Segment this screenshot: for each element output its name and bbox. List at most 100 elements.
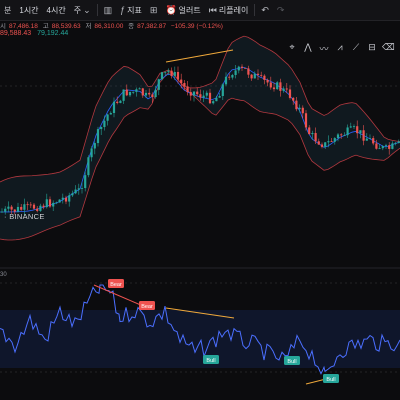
- candle-body: [292, 97, 295, 101]
- candle-body: [234, 70, 237, 75]
- candle-body: [55, 202, 58, 204]
- candle-body: [122, 89, 125, 101]
- signal-label: Bear: [141, 304, 153, 310]
- candle-body: [138, 88, 141, 90]
- candle-body: [308, 127, 311, 135]
- candle-body: [381, 145, 384, 149]
- candle-body: [170, 70, 173, 76]
- candle-body: [23, 204, 26, 210]
- candle-body: [288, 89, 292, 98]
- candle-body: [52, 202, 55, 207]
- signal-label: Bear: [110, 282, 122, 288]
- candle-body: [173, 71, 176, 76]
- candle-body: [304, 113, 308, 128]
- candle-body: [359, 130, 362, 134]
- candle-body: [240, 66, 244, 68]
- candle-body: [372, 138, 375, 144]
- candle-body: [77, 188, 80, 190]
- candle-body: [199, 94, 202, 98]
- candle-body: [394, 142, 397, 144]
- candle-body: [16, 206, 20, 212]
- candle-body: [61, 197, 64, 200]
- candle-body: [148, 92, 151, 95]
- candle-body: [189, 92, 192, 96]
- candle-body: [180, 79, 183, 84]
- candle-body: [135, 89, 138, 92]
- bollinger-band-fill: [0, 36, 400, 241]
- candle-body: [87, 157, 90, 176]
- candle-body: [48, 199, 52, 207]
- candle-body: [29, 204, 32, 206]
- candle-body: [208, 92, 212, 104]
- candle-body: [333, 138, 336, 142]
- candle-body: [164, 71, 167, 73]
- signal-label: Bull: [287, 359, 296, 365]
- candle-body: [340, 134, 343, 136]
- candle-body: [263, 75, 266, 80]
- signal-label: Bull: [206, 358, 215, 364]
- candle-body: [391, 143, 394, 149]
- candle-body: [314, 133, 317, 142]
- candle-body: [167, 70, 170, 72]
- candle-body: [352, 126, 356, 128]
- candle-body: [100, 127, 103, 130]
- candle-body: [221, 84, 224, 97]
- candle-body: [10, 206, 13, 210]
- candle-body: [106, 114, 109, 121]
- candle-body: [80, 188, 84, 189]
- exchange-name: BINANCE: [9, 212, 45, 221]
- candle-body: [362, 130, 365, 141]
- candle-body: [215, 97, 218, 102]
- exchange-label: · BINANCE: [4, 212, 45, 221]
- candle-body: [32, 204, 36, 209]
- candle-body: [320, 144, 324, 147]
- candle-body: [349, 126, 352, 128]
- candle-body: [151, 94, 154, 98]
- candle-body: [279, 82, 282, 91]
- candle-body: [116, 101, 119, 103]
- candle-body: [298, 107, 301, 110]
- candle-body: [144, 92, 148, 96]
- candle-body: [7, 206, 10, 209]
- candle-body: [324, 142, 327, 147]
- candle-body: [36, 208, 39, 211]
- candle-body: [202, 95, 205, 98]
- rsi-bear-divergence-line: [93, 284, 144, 307]
- candle-body: [112, 101, 116, 114]
- candle-body: [378, 148, 381, 150]
- candle-body: [301, 107, 304, 114]
- candle-body: [157, 79, 160, 90]
- price-chart[interactable]: Bear Bear Bull Bull Bull: [0, 0, 400, 400]
- candle-body: [368, 138, 372, 139]
- candle-body: [93, 143, 96, 149]
- rsi-pane-label: 30: [0, 272, 7, 278]
- candle-body: [346, 127, 349, 136]
- candle-body: [96, 129, 100, 144]
- candle-body: [218, 96, 221, 98]
- signal-label: Bull: [326, 377, 335, 383]
- candle-body: [327, 141, 330, 143]
- candle-body: [311, 133, 314, 135]
- candle-body: [0, 211, 4, 213]
- candle-body: [20, 206, 23, 210]
- candle-body: [176, 71, 180, 80]
- candle-body: [253, 73, 256, 79]
- candle-body: [336, 134, 340, 139]
- candle-body: [244, 67, 247, 69]
- candle-body: [58, 199, 61, 203]
- candle-body: [68, 195, 71, 202]
- candle-body: [365, 138, 368, 141]
- candle-body: [247, 68, 250, 75]
- candle-body: [228, 76, 231, 78]
- candle-body: [375, 143, 378, 149]
- candle-body: [71, 193, 74, 196]
- candle-body: [186, 86, 189, 93]
- candle-body: [119, 100, 122, 103]
- candle-body: [90, 148, 93, 158]
- candle-body: [154, 89, 157, 98]
- price-divergence-line: [165, 49, 234, 63]
- candle-body: [132, 91, 135, 93]
- candle-body: [141, 88, 144, 96]
- candle-body: [269, 82, 272, 88]
- candle-body: [250, 74, 253, 79]
